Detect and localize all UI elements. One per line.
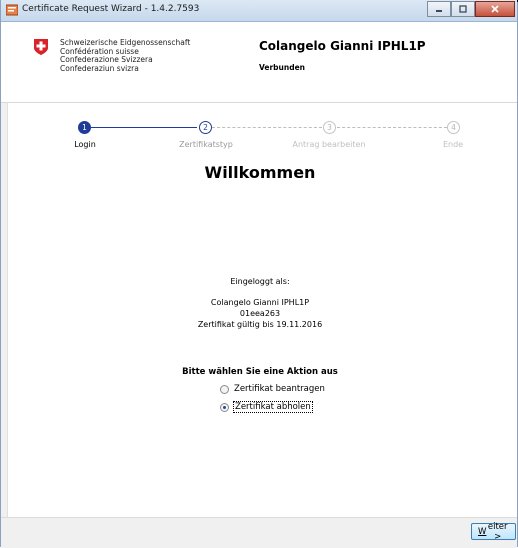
step-3-circle: 3 [323,121,336,134]
maximize-button[interactable] [451,1,475,17]
radio-fetch-certificate[interactable] [220,402,229,412]
close-icon [491,5,499,13]
option-fetch-certificate[interactable]: Zertifikat abholen [220,401,313,413]
footer-bar [1,517,517,548]
step-connector-2-3 [212,127,322,128]
connection-status: Verbunden [259,63,306,72]
header-user-name: Colangelo Gianni IPHL1P [259,39,426,53]
option-fetch-label: Zertifikat abholen [233,401,313,413]
step-1-circle: 1 [78,121,91,134]
maximize-icon [459,5,467,13]
close-button[interactable] [475,1,515,17]
swiss-flag-icon [34,39,48,55]
action-prompt: Bitte wählen Sie eine Aktion aus [182,367,338,377]
welcome-title: Willkommen [204,163,316,182]
step-2-circle: 2 [199,121,212,134]
title-bar[interactable]: Certificate Request Wizard - 1.4.2.7593 [1,0,517,22]
minimize-icon [436,10,442,12]
logged-in-user-id: 01eea263 [239,309,281,318]
option-request-label: Zertifikat beantragen [234,384,325,394]
minimize-button[interactable] [427,1,451,17]
app-window: Certificate Request Wizard - 1.4.2.7593 … [0,0,518,548]
option-request-certificate[interactable]: Zertifikat beantragen [220,384,325,394]
step-2-label: Zertifikatstyp [179,140,233,149]
step-4-label: Ende [442,140,464,149]
window-controls [427,1,515,17]
step-connector-3-4 [337,127,447,128]
step-3-label: Antrag bearbeiten [292,140,366,149]
next-button[interactable]: Weiter > [471,522,516,542]
step-connector-1-2 [91,127,197,128]
confederation-line-rm: Confederaziun svizra [60,63,139,73]
radio-request-certificate[interactable] [220,384,229,394]
step-1-label: Login [74,140,96,149]
step-4-circle: 4 [447,121,460,134]
logged-in-label: Eingeloggt als: [230,277,290,286]
window-title: Certificate Request Wizard - 1.4.2.7593 [22,4,200,14]
certificate-app-icon [6,4,18,16]
certificate-validity: Zertifikat gültig bis 19.11.2016 [197,320,323,329]
confederation-text: Schweizerische Eidgenossenschaft Confédé… [60,38,190,73]
logged-in-user-name: Colangelo Gianni IPHL1P [210,298,310,307]
